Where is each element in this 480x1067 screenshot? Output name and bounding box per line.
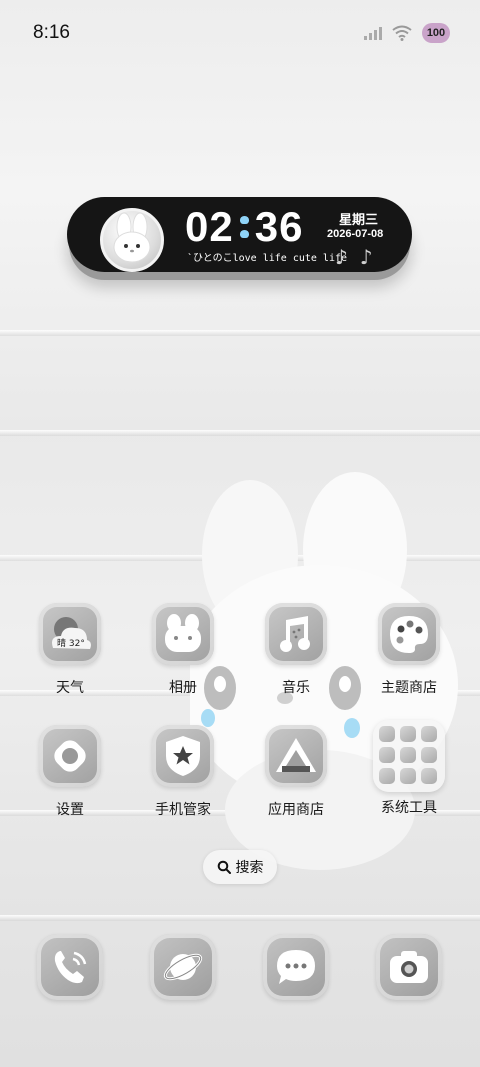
cellular-signal-icon	[364, 27, 382, 40]
browser-icon	[163, 953, 203, 981]
search-button[interactable]: 搜索	[203, 850, 277, 884]
wallpaper-stair	[0, 430, 480, 436]
widget-minute: 36	[254, 203, 304, 250]
music-notes-icon: ♪ ♪	[335, 245, 373, 269]
phone-icon	[54, 951, 87, 984]
app-settings[interactable]: 设置	[20, 725, 120, 819]
app-label: 设置	[56, 802, 84, 818]
messages-icon	[277, 950, 315, 984]
app-theme-store[interactable]: 主题商店	[359, 603, 459, 697]
dock-camera[interactable]	[376, 934, 442, 1000]
status-icons: 100	[364, 23, 450, 43]
app-music[interactable]: 音乐	[246, 603, 346, 697]
bunny-avatar	[100, 208, 164, 272]
app-gallery[interactable]: 相册	[133, 603, 233, 697]
shield-icon	[152, 725, 214, 787]
app-label: 天气	[56, 680, 84, 696]
gallery-icon	[152, 603, 214, 665]
weather-icon: 晴 32°	[39, 603, 101, 665]
status-time: 8:16	[33, 22, 70, 43]
camera-icon	[390, 951, 428, 983]
music-icon	[265, 603, 327, 665]
app-folder-system-tools[interactable]: 系统工具	[359, 720, 459, 817]
wallpaper-stair	[0, 330, 480, 336]
clock-widget[interactable]: 02 36 `ひとのこlove life cute life 星期三 2026-…	[67, 197, 412, 272]
app-label: 手机管家	[155, 802, 211, 818]
app-store-icon	[265, 725, 327, 787]
widget-hour: 02	[185, 203, 234, 250]
widget-date: 2026-07-08	[327, 228, 384, 240]
folder-icon	[373, 720, 445, 792]
dock-messages[interactable]	[263, 934, 329, 1000]
wifi-icon	[392, 25, 412, 41]
dock-browser[interactable]	[150, 934, 216, 1000]
battery-badge: 100	[422, 23, 450, 43]
app-app-store[interactable]: 应用商店	[246, 725, 346, 819]
gear-icon	[39, 725, 101, 787]
widget-clock: 02 36	[185, 203, 303, 251]
app-label: 应用商店	[268, 802, 324, 818]
dock-phone[interactable]	[37, 934, 103, 1000]
search-icon	[217, 860, 231, 874]
app-label: 系统工具	[381, 800, 437, 816]
app-label: 相册	[169, 680, 197, 696]
widget-tagline: `ひとのこlove life cute life	[187, 253, 348, 264]
app-label: 主题商店	[381, 680, 437, 696]
widget-weekday: 星期三	[339, 213, 379, 228]
search-label: 搜索	[235, 860, 264, 876]
heart-separator-icon	[239, 216, 249, 238]
status-bar: 8:16 100	[0, 0, 480, 66]
palette-icon	[378, 603, 440, 665]
app-phone-manager[interactable]: 手机管家	[133, 725, 233, 819]
home-screen: 8:16 100 02 36 `ひとのこlove life cute life …	[0, 0, 480, 1067]
app-label: 音乐	[282, 680, 310, 696]
wallpaper-stair	[0, 915, 480, 921]
weather-condition: 晴 32°	[57, 639, 85, 649]
app-weather[interactable]: 晴 32° 天气	[20, 603, 120, 697]
